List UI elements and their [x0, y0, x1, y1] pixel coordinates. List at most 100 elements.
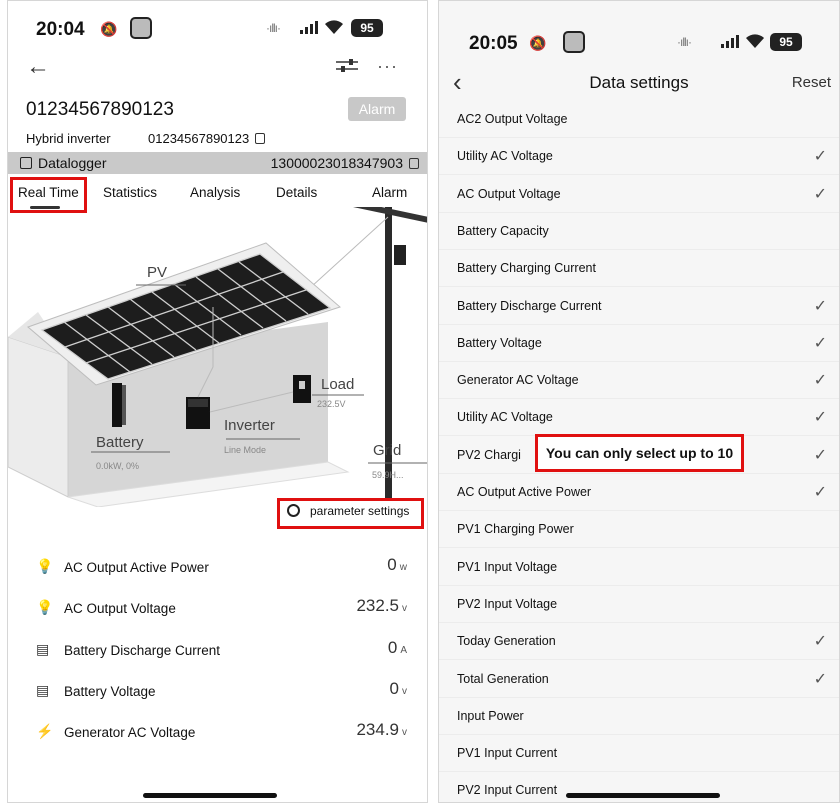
- metric-name: Battery Voltage: [64, 684, 156, 699]
- data-setting-item[interactable]: AC2 Output Voltage: [439, 101, 839, 138]
- signal-icon: [300, 20, 318, 34]
- metric-name: AC Output Voltage: [64, 601, 176, 616]
- checkmark-icon: ✓: [813, 185, 827, 203]
- device-id-title: 01234567890123: [26, 99, 174, 120]
- load-value: 232.5V: [317, 399, 346, 409]
- data-setting-item[interactable]: AC Output Active Power ✓: [439, 474, 839, 511]
- metric-unit: w: [399, 562, 407, 573]
- grid-label: Grid: [373, 442, 402, 459]
- more-options-icon[interactable]: ···: [377, 56, 398, 77]
- metric-name: AC Output Active Power: [64, 560, 209, 575]
- metric-row[interactable]: ▤ Battery Discharge Current 0A: [8, 635, 427, 665]
- battery-level: 95: [770, 33, 802, 51]
- reset-button[interactable]: Reset: [792, 74, 831, 91]
- audio-wave-icon: ·ıllı·: [266, 21, 281, 35]
- metric-row[interactable]: 💡 AC Output Active Power 0w: [8, 552, 427, 582]
- tab-alarm[interactable]: Alarm: [372, 185, 407, 200]
- data-setting-item[interactable]: Battery Voltage ✓: [439, 325, 839, 362]
- data-setting-item[interactable]: Total Generation ✓: [439, 661, 839, 698]
- status-bar: 20:04 🔕 ·ıllı· 95: [8, 15, 427, 45]
- data-setting-item[interactable]: Battery Capacity: [439, 213, 839, 250]
- device-type-label: Hybrid inverter: [26, 131, 111, 146]
- data-setting-item[interactable]: PV1 Input Voltage: [439, 549, 839, 586]
- mute-bell-icon: 🔕: [100, 21, 118, 37]
- data-setting-item[interactable]: Utility AC Voltage ✓: [439, 399, 839, 437]
- checkmark-icon: ✓: [813, 633, 827, 651]
- data-setting-item[interactable]: PV1 Charging Power: [439, 511, 839, 549]
- datalogger-bar[interactable]: Datalogger 13000023018347903: [8, 152, 427, 174]
- audio-wave-icon: ·ıllı·: [677, 35, 692, 49]
- data-setting-item[interactable]: Battery Discharge Current ✓: [439, 288, 839, 325]
- battery-icon: ▤: [36, 641, 50, 657]
- metric-row[interactable]: ▤ Battery Voltage 0v: [8, 676, 427, 706]
- data-setting-label: AC2 Output Voltage: [457, 112, 568, 126]
- data-setting-item[interactable]: Generator AC Voltage ✓: [439, 362, 839, 400]
- data-setting-label: Utility AC Voltage: [457, 410, 553, 425]
- lightbulb-icon: 💡: [36, 558, 54, 574]
- lightning-icon: ⚡: [36, 723, 54, 739]
- battery-value: 0.0kW, 0%: [96, 461, 140, 471]
- data-setting-label: PV1 Input Voltage: [457, 559, 558, 574]
- checkmark-icon: ✓: [813, 372, 827, 390]
- data-setting-label: Battery Capacity: [457, 223, 549, 238]
- alarm-button[interactable]: Alarm: [348, 97, 406, 121]
- tab-statistics[interactable]: Statistics: [103, 185, 157, 200]
- tab-analysis[interactable]: Analysis: [190, 185, 240, 200]
- pv-label: PV: [147, 264, 168, 281]
- data-setting-label: PV2 Input Current: [457, 783, 558, 798]
- tab-details[interactable]: Details: [276, 185, 317, 200]
- data-settings-screen: 20:05 🔕 ·ıllı· 95 ‹ Data settings Reset …: [438, 0, 840, 803]
- battery-label: Battery: [96, 434, 144, 451]
- back-arrow-icon[interactable]: ←: [26, 53, 50, 81]
- datalogger-icon: [20, 157, 32, 169]
- datalogger-sn: 13000023018347903: [270, 155, 403, 171]
- data-setting-item[interactable]: PV2 Input Voltage: [439, 586, 839, 623]
- metric-name: Battery Discharge Current: [64, 643, 221, 658]
- checkmark-icon: ✓: [813, 670, 827, 688]
- signal-icon: [721, 34, 739, 48]
- data-setting-item[interactable]: Battery Charging Current: [439, 250, 839, 288]
- data-setting-label: PV1 Input Current: [457, 746, 558, 761]
- metric-row[interactable]: ⚡ Generator AC Voltage 234.9 v: [8, 717, 427, 747]
- home-indicator[interactable]: [143, 793, 277, 798]
- wifi-icon: [325, 20, 343, 34]
- data-setting-item[interactable]: Today Generation ✓: [439, 623, 839, 661]
- energy-flow-illustration: [8, 207, 427, 507]
- realtime-screen: 20:04 🔕 ·ıllı· 95 ← ··· 01234567890123 A…: [7, 0, 428, 803]
- device-sn: 01234567890123: [148, 131, 250, 146]
- status-bar: 20:05 🔕 ·ıllı· 95: [439, 29, 839, 59]
- data-setting-item[interactable]: AC Output Voltage ✓: [439, 176, 839, 213]
- copy-icon[interactable]: [409, 158, 419, 169]
- datalogger-label: Datalogger: [38, 155, 107, 171]
- data-setting-item[interactable]: PV1 Input Current: [439, 735, 839, 773]
- lightbulb-icon: 💡: [36, 599, 54, 615]
- mute-bell-icon: 🔕: [529, 35, 547, 51]
- data-setting-label: AC Output Active Power: [457, 485, 592, 499]
- data-setting-item[interactable]: Input Power: [439, 698, 839, 735]
- grid-value: 59.9H...: [372, 470, 404, 480]
- metric-unit: v: [402, 603, 407, 614]
- load-label: Load: [321, 376, 355, 393]
- status-time: 20:05: [469, 33, 518, 54]
- data-setting-label: AC Output Voltage: [457, 186, 561, 201]
- data-setting-label: PV2 Input Voltage: [457, 596, 558, 611]
- home-indicator[interactable]: [566, 793, 720, 798]
- metric-value: 232.5: [356, 596, 399, 615]
- data-setting-label: Generator AC Voltage: [457, 373, 579, 388]
- data-setting-item[interactable]: Utility AC Voltage ✓: [439, 138, 839, 176]
- data-setting-label: Battery Discharge Current: [457, 298, 602, 313]
- data-setting-item[interactable]: PV2 Input Current: [439, 772, 839, 802]
- inverter-mode: Line Mode: [224, 445, 267, 455]
- copy-icon[interactable]: [255, 133, 266, 144]
- sliders-icon[interactable]: [336, 59, 358, 73]
- status-time: 20:04: [36, 19, 85, 40]
- app-notification-icon: [563, 31, 585, 53]
- metric-value: 0: [387, 555, 397, 574]
- metric-row[interactable]: 💡 AC Output Voltage 232.5 v: [8, 593, 427, 623]
- data-setting-label: Total Generation: [457, 671, 549, 686]
- nav-bar: ‹ Data settings Reset: [439, 67, 839, 99]
- battery-icon: ▤: [36, 682, 50, 698]
- checkmark-icon: ✓: [813, 297, 827, 315]
- selection-limit-toast: You can only select up to 10: [535, 434, 744, 472]
- data-setting-label: Today Generation: [457, 634, 556, 649]
